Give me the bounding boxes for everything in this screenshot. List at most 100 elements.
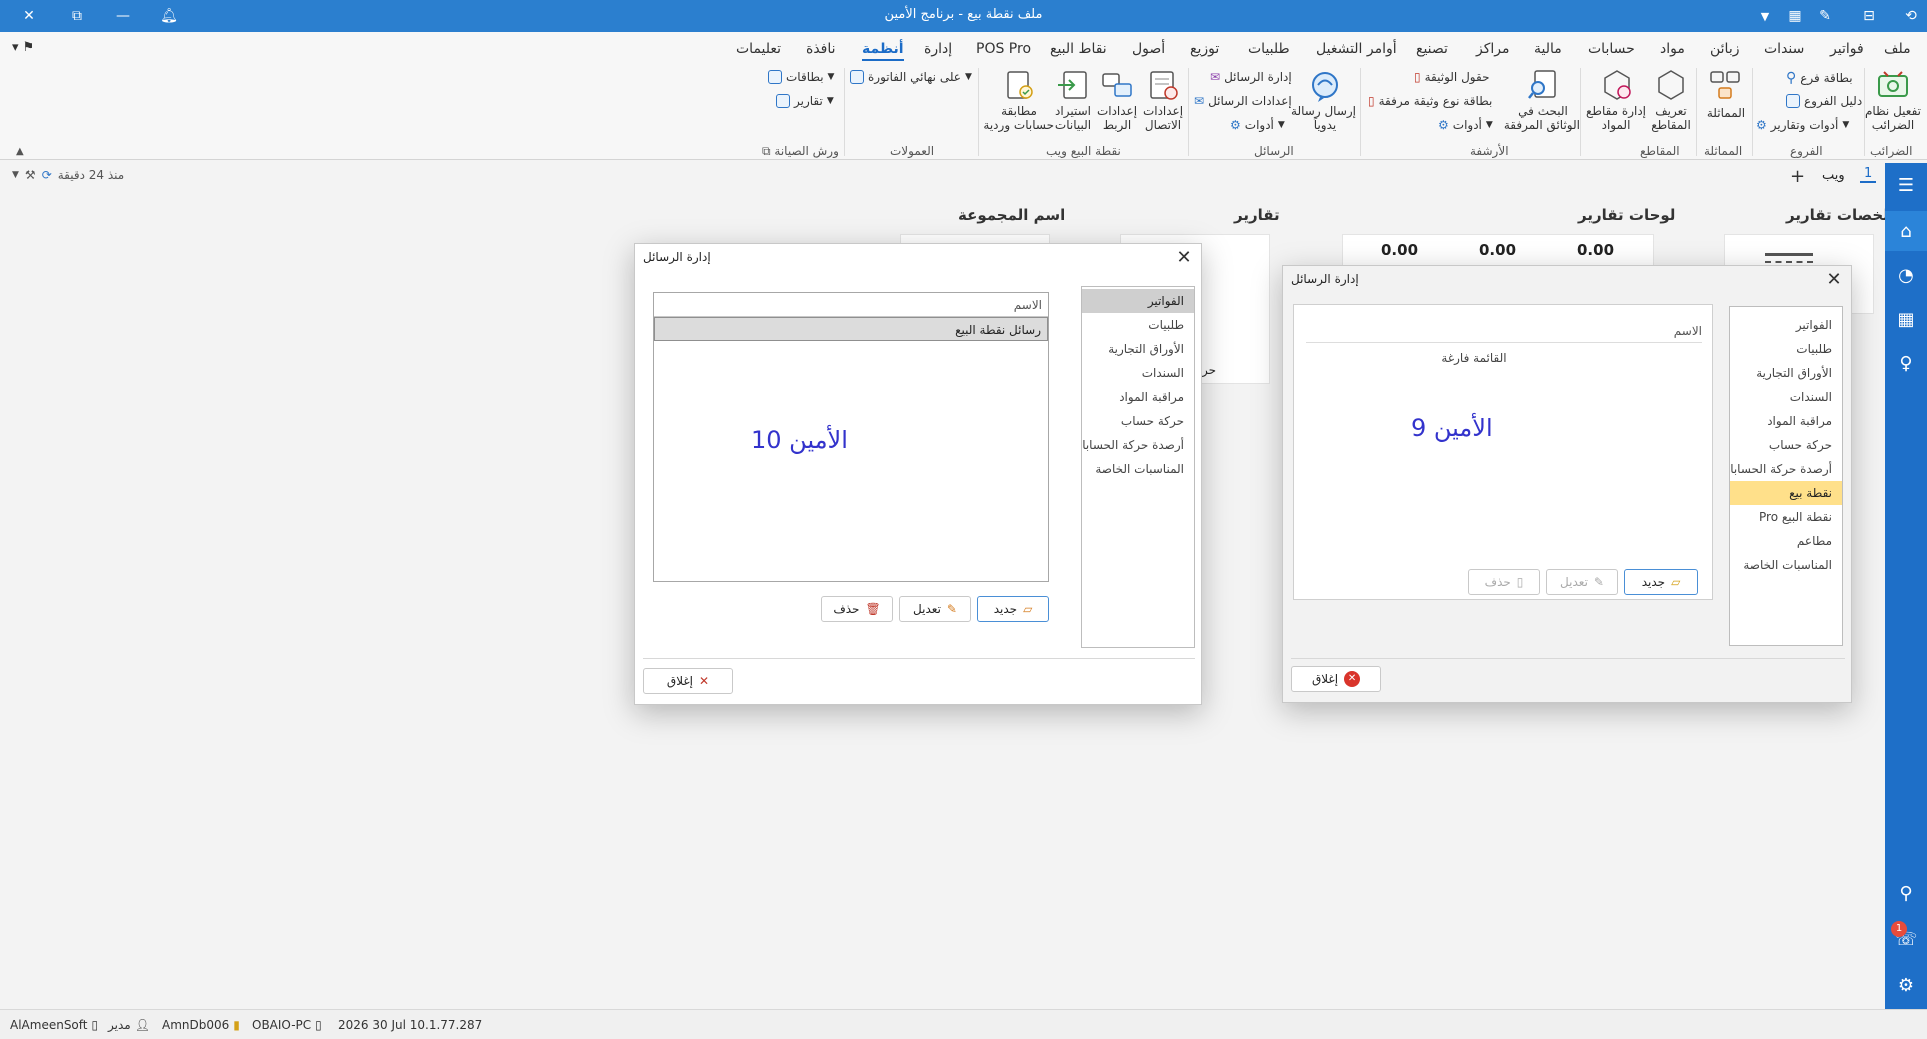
import-data-icon[interactable] (1056, 68, 1090, 102)
similarity-icon[interactable] (1708, 68, 1742, 102)
gear-icon: ⚙ (1230, 118, 1241, 132)
category-list[interactable]: الفواتير طلبيات الأوراق التجارية السندات… (1729, 306, 1843, 646)
search-documents-icon[interactable] (1526, 68, 1560, 102)
collapse-ribbon-icon[interactable]: ▲ (16, 146, 24, 157)
tab-assets[interactable]: أصول (1132, 41, 1165, 57)
home-icon[interactable]: ⌂ (1885, 211, 1927, 251)
new-button[interactable]: ▱ جديد (1624, 569, 1698, 595)
manage-sections-icon[interactable] (1600, 68, 1634, 102)
messages-tools-item[interactable]: ▼ أدوات ⚙ (1230, 118, 1285, 132)
tab-centers[interactable]: مراكز (1476, 41, 1510, 57)
tab-manufacturing[interactable]: تصنيع (1416, 41, 1448, 57)
delete-button[interactable]: 🗑︎ حذف (821, 596, 893, 622)
pen-icon[interactable]: ✎ (1812, 4, 1838, 28)
tab-orders[interactable]: طلبيات (1248, 41, 1290, 57)
delete-button[interactable]: ▯ حذف (1468, 569, 1540, 595)
table-row[interactable]: رسائل نقطة البيع (654, 317, 1048, 341)
manage-messages-item[interactable]: إدارة الرسائل ✉ (1210, 70, 1292, 84)
tab-customers[interactable]: زبائن (1710, 41, 1739, 57)
messages-grid[interactable]: القائمة فارغة (1306, 347, 1702, 577)
tab-management[interactable]: إدارة (924, 41, 952, 57)
category-list[interactable]: الفواتير طلبيات الأوراق التجارية السندات… (1081, 286, 1195, 648)
tools-icon[interactable]: ⚒ (25, 168, 36, 182)
dropdown-icon: ▼ (826, 96, 834, 106)
list-item[interactable]: الأوراق التجارية (1082, 337, 1194, 361)
maintenance-reports-item[interactable]: ▼ تقارير (776, 94, 834, 108)
messages-grid[interactable]: الاسم رسائل نقطة البيع (653, 292, 1049, 582)
branch-card-item[interactable]: بطاقة فرع ⚲ (1786, 70, 1853, 86)
document-fields-item[interactable]: حقول الوثيقة ▯ (1414, 70, 1489, 84)
list-item[interactable]: مطاعم (1730, 529, 1842, 553)
tab-pos-pro[interactable]: POS Pro (976, 41, 1031, 57)
link-settings-icon[interactable] (1100, 68, 1134, 102)
tab-systems[interactable]: أنظمة (862, 41, 904, 61)
define-sections-icon[interactable] (1654, 68, 1688, 102)
list-item[interactable]: السندات (1730, 385, 1842, 409)
list-item[interactable]: المناسبات الخاصة (1082, 457, 1194, 481)
invoice-commission-item[interactable]: ▼ على نهائي الفاتورة (850, 70, 972, 84)
branch-tools-item[interactable]: ▼ أدوات وتقارير ⚙ (1756, 118, 1849, 132)
list-item[interactable]: نقطة البيع Pro (1730, 505, 1842, 529)
page-tab-1[interactable]: 1 (1860, 166, 1877, 183)
edit-button[interactable]: ✎ تعديل (1546, 569, 1618, 595)
list-item[interactable]: المناسبات الخاصة (1730, 553, 1842, 577)
tab-file[interactable]: ملف (1884, 41, 1911, 57)
message-settings-item[interactable]: إعدادات الرسائل ✉ (1194, 94, 1292, 108)
close-icon[interactable]: ✕ (1823, 269, 1845, 291)
list-item[interactable]: مراقبة المواد (1082, 385, 1194, 409)
history-icon[interactable]: ⟲ (1898, 4, 1924, 28)
dashboard-icon[interactable]: ◔ (1885, 255, 1927, 295)
maintenance-cards-item[interactable]: ▼ بطاقات (768, 70, 834, 84)
list-item[interactable]: الفواتير (1730, 313, 1842, 337)
calculator-icon[interactable]: ▦ (1782, 4, 1808, 28)
shift-matching-icon[interactable] (1002, 68, 1036, 102)
gear-icon[interactable]: ⚙ (1885, 965, 1927, 1005)
tab-accounts[interactable]: حسابات (1588, 41, 1635, 57)
list-item[interactable]: الفواتير (1082, 289, 1194, 313)
lightbulb-icon[interactable]: ♀ (1885, 343, 1927, 383)
calendar-icon[interactable]: ▦ (1885, 299, 1927, 339)
quick-access-icon[interactable]: ▾ ⚑ (12, 40, 34, 55)
archive-tools-item[interactable]: ▼ أدوات ⚙ (1438, 118, 1493, 132)
add-page-icon[interactable]: + (1790, 166, 1805, 187)
tax-activation-icon[interactable] (1876, 68, 1910, 102)
tab-vouchers[interactable]: سندات (1764, 41, 1804, 57)
list-item[interactable]: مراقبة المواد (1730, 409, 1842, 433)
list-item[interactable]: طلبيات (1082, 313, 1194, 337)
search-icon[interactable]: ⚲ (1885, 873, 1927, 913)
page-tab-web[interactable]: ويب (1822, 168, 1845, 183)
close-button[interactable]: ✕ إغلاق (1291, 666, 1381, 692)
list-item[interactable]: حركة حساب (1730, 433, 1842, 457)
list-item[interactable]: السندات (1082, 361, 1194, 385)
edit-icon: ✎ (946, 602, 957, 616)
tab-distribution[interactable]: توزيع (1190, 41, 1219, 57)
tab-window[interactable]: نافذة (806, 41, 836, 57)
list-item[interactable]: الأوراق التجارية (1730, 361, 1842, 385)
edit-button[interactable]: ✎ تعديل (899, 596, 971, 622)
send-message-icon[interactable] (1308, 70, 1342, 104)
list-item[interactable]: أرصدة حركة الحسابات (1082, 433, 1194, 457)
tab-pos[interactable]: نقاط البيع (1050, 41, 1107, 57)
menu-icon[interactable]: ☰ (1885, 165, 1927, 205)
list-item-selected[interactable]: نقطة بيع (1730, 481, 1842, 505)
refresh-icon[interactable]: ⟳ (42, 168, 52, 182)
close-button[interactable]: ✕ إغلاق (643, 668, 733, 694)
layout-icon[interactable]: ⊟ (1856, 4, 1882, 28)
list-item[interactable]: حركة حساب (1082, 409, 1194, 433)
dropdown-icon[interactable]: ▼ (12, 170, 19, 180)
tab-items[interactable]: مواد (1660, 41, 1685, 57)
attached-doc-type-item[interactable]: بطاقة نوع وثيقة مرفقة ▯ (1368, 94, 1492, 108)
tab-invoices[interactable]: فواتير (1830, 41, 1864, 57)
tab-work-orders[interactable]: أوامر التشغيل (1316, 41, 1397, 57)
list-item[interactable]: طلبيات (1730, 337, 1842, 361)
right-sidebar: ☰ ⌂ ◔ ▦ ♀ ⚲ ☏ 1 ⚙ (1885, 163, 1927, 1009)
connection-settings-icon[interactable] (1146, 68, 1180, 102)
dropdown-icon[interactable]: ▼ (1752, 4, 1778, 28)
tab-help[interactable]: تعليمات (736, 41, 781, 57)
tab-finance[interactable]: مالية (1534, 41, 1562, 57)
list-item[interactable]: أرصدة حركة الحسابات (1730, 457, 1842, 481)
close-icon[interactable]: ✕ (1173, 247, 1195, 269)
branch-list-icon (1786, 94, 1800, 108)
new-button[interactable]: ▱ جديد (977, 596, 1049, 622)
branch-list-item[interactable]: دليل الفروع (1786, 94, 1862, 108)
